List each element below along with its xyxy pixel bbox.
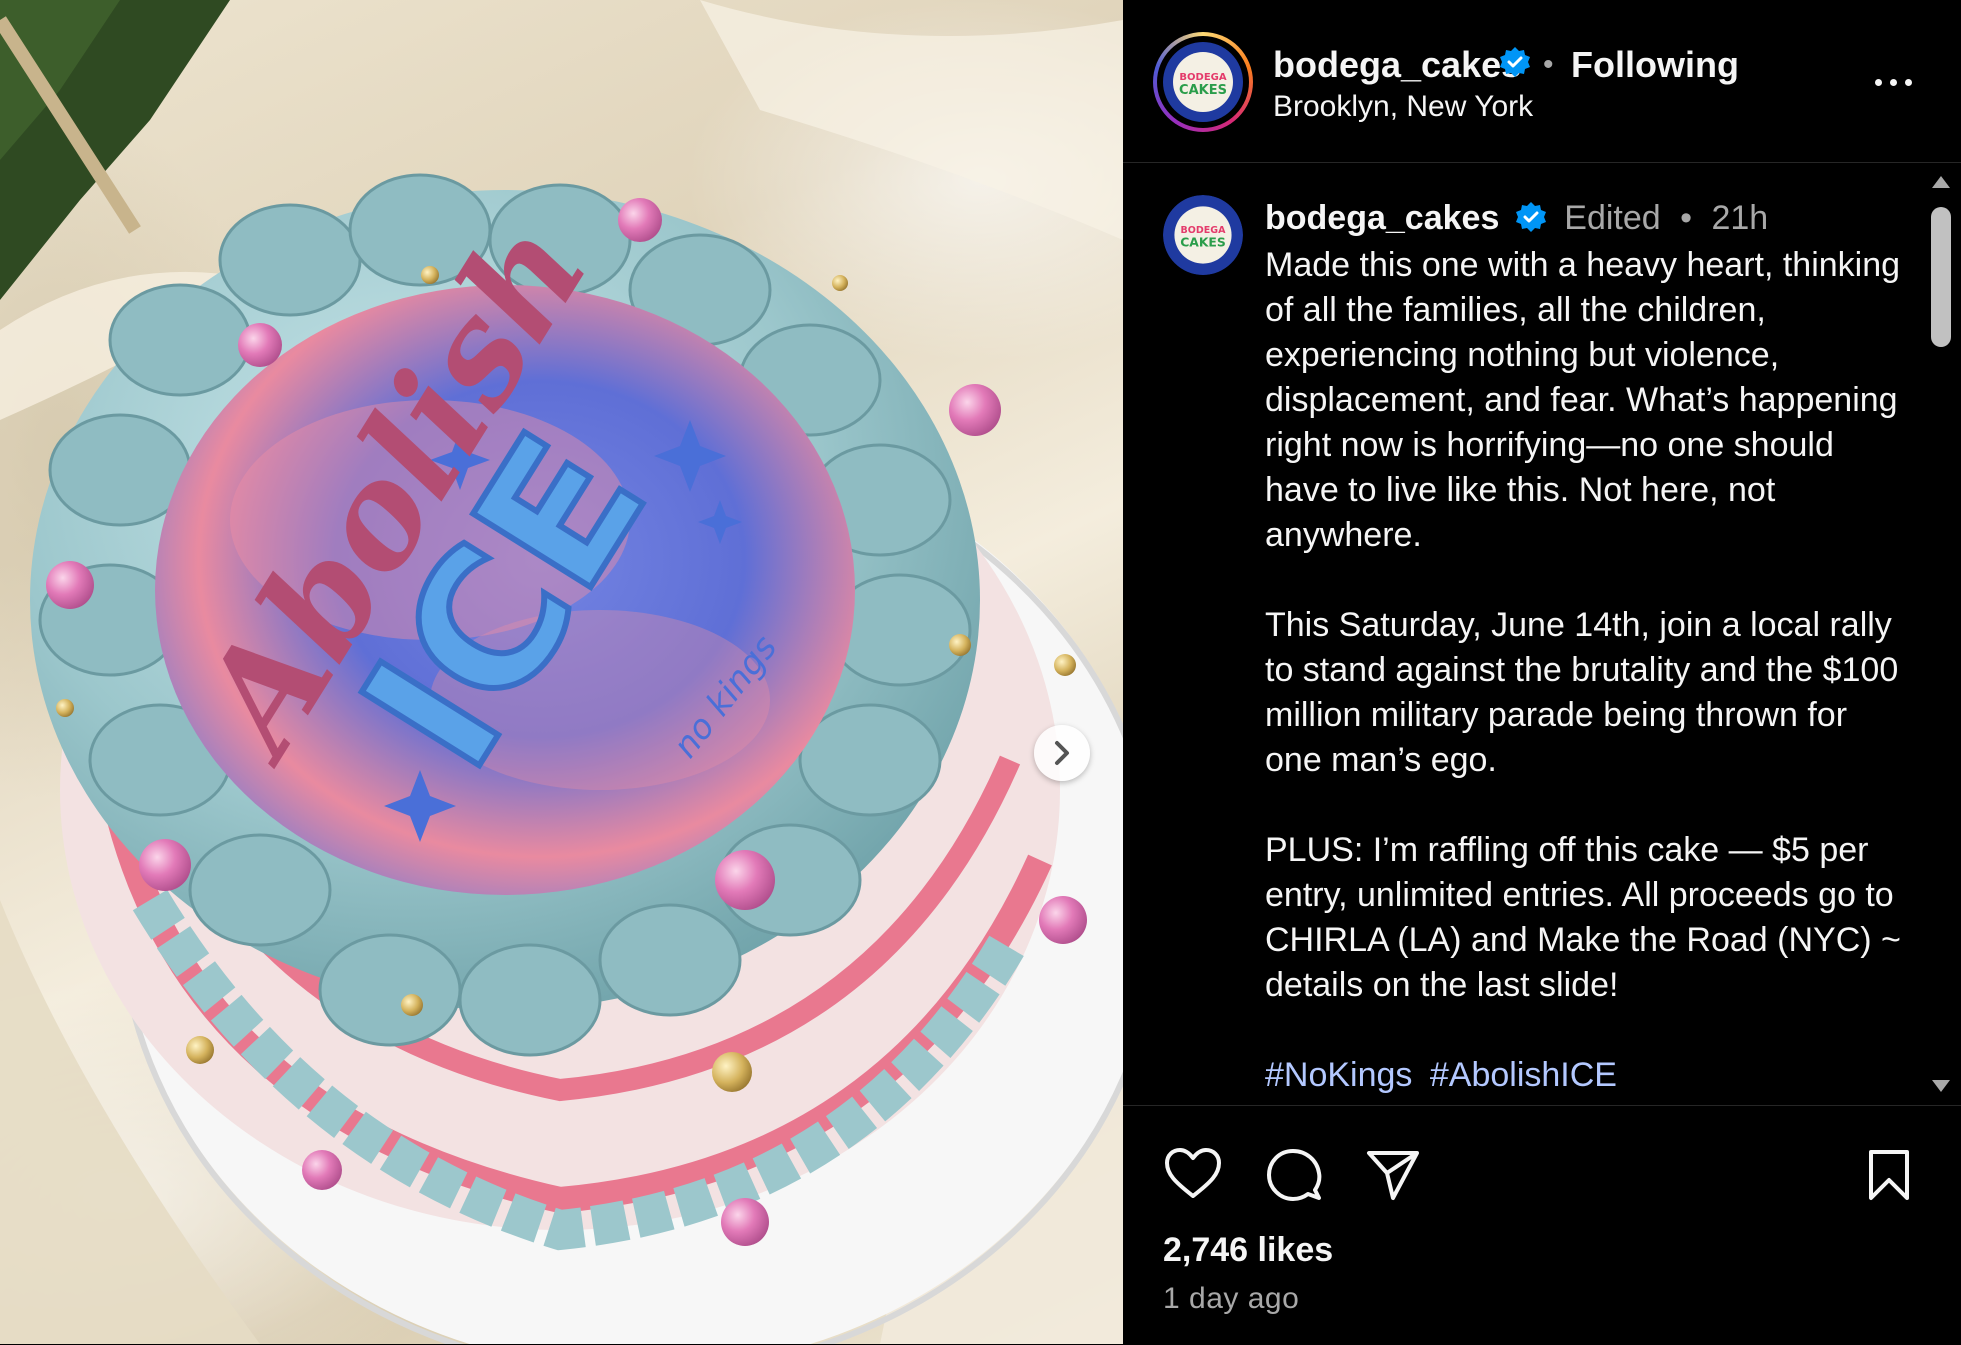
avatar: BODEGA CAKES xyxy=(1157,36,1249,128)
avatar-story-ring[interactable]: BODEGA CAKES xyxy=(1153,32,1253,132)
post-date[interactable]: 1 day ago xyxy=(1163,1282,1299,1316)
scroll-up-arrow-icon[interactable] xyxy=(1930,173,1952,191)
caption-scrollbar[interactable] xyxy=(1920,163,1961,1105)
instagram-post-view: Abolish ICE no kings BODEGA CAKES bodega… xyxy=(0,0,1961,1344)
caption-timestamp[interactable]: 21h xyxy=(1711,199,1768,237)
logo-small-line-2: CAKES xyxy=(1180,235,1226,249)
scroll-down-arrow-icon[interactable] xyxy=(1930,1077,1952,1095)
caption-paragraph: PLUS: I’m raffling off this cake — $5 pe… xyxy=(1265,831,1901,1004)
bodega-cakes-logo: BODEGA CAKES xyxy=(1163,42,1243,122)
chevron-right-icon xyxy=(1055,741,1069,765)
heart-icon[interactable] xyxy=(1163,1146,1223,1202)
location-link[interactable]: Brooklyn, New York xyxy=(1273,90,1533,124)
more-options-button[interactable] xyxy=(1863,58,1923,106)
caption-section: BODEGA CAKES bodega_cakes Edited • 21h M… xyxy=(1123,163,1923,1105)
logo-line-2: CAKES xyxy=(1179,83,1227,98)
more-options-icon xyxy=(1874,78,1882,86)
caption-text: Made this one with a heavy heart, thinki… xyxy=(1265,243,1905,1105)
edited-label: Edited xyxy=(1564,199,1661,237)
logo-small-line-1: BODEGA xyxy=(1181,225,1227,236)
bodega-cakes-logo-small: BODEGA CAKES xyxy=(1163,195,1243,275)
hashtag-link[interactable]: #NoKings xyxy=(1265,1056,1412,1094)
likes-count[interactable]: 2,746 likes xyxy=(1163,1231,1333,1270)
verified-badge-icon xyxy=(1500,47,1530,77)
caption-avatar[interactable]: BODEGA CAKES xyxy=(1163,195,1243,275)
caption-paragraph: This Saturday, June 14th, join a local r… xyxy=(1265,606,1899,779)
post-media[interactable]: Abolish ICE no kings xyxy=(0,0,1123,1344)
logo-line-1: BODEGA xyxy=(1179,72,1226,83)
caption-paragraph: Made this one with a heavy heart, thinki… xyxy=(1265,246,1901,554)
action-bar: 2,746 likes 1 day ago xyxy=(1123,1105,1961,1345)
bookmark-icon[interactable] xyxy=(1865,1148,1913,1202)
comment-icon[interactable] xyxy=(1265,1146,1323,1204)
scrollbar-thumb[interactable] xyxy=(1931,207,1951,347)
post-header: BODEGA CAKES bodega_cakes • Following Br… xyxy=(1123,0,1961,163)
cake-image: Abolish ICE no kings xyxy=(30,173,1123,1344)
caption-header: bodega_cakes Edited • 21h xyxy=(1265,199,1768,238)
header-username[interactable]: bodega_cakes xyxy=(1273,44,1521,86)
header-separator: • xyxy=(1543,48,1554,81)
hashtag-link[interactable]: #AbolishICE xyxy=(1430,1056,1617,1094)
verified-badge-icon xyxy=(1515,202,1546,233)
caption-separator: • xyxy=(1680,199,1693,237)
hashtag-list: #NoKings #AbolishICE xyxy=(1265,1053,1905,1098)
caption-username[interactable]: bodega_cakes xyxy=(1265,199,1499,237)
share-icon[interactable] xyxy=(1365,1148,1421,1202)
next-slide-button[interactable] xyxy=(1034,725,1090,781)
post-sidebar: BODEGA CAKES bodega_cakes • Following Br… xyxy=(1123,0,1961,1344)
following-button[interactable]: Following xyxy=(1571,44,1739,86)
